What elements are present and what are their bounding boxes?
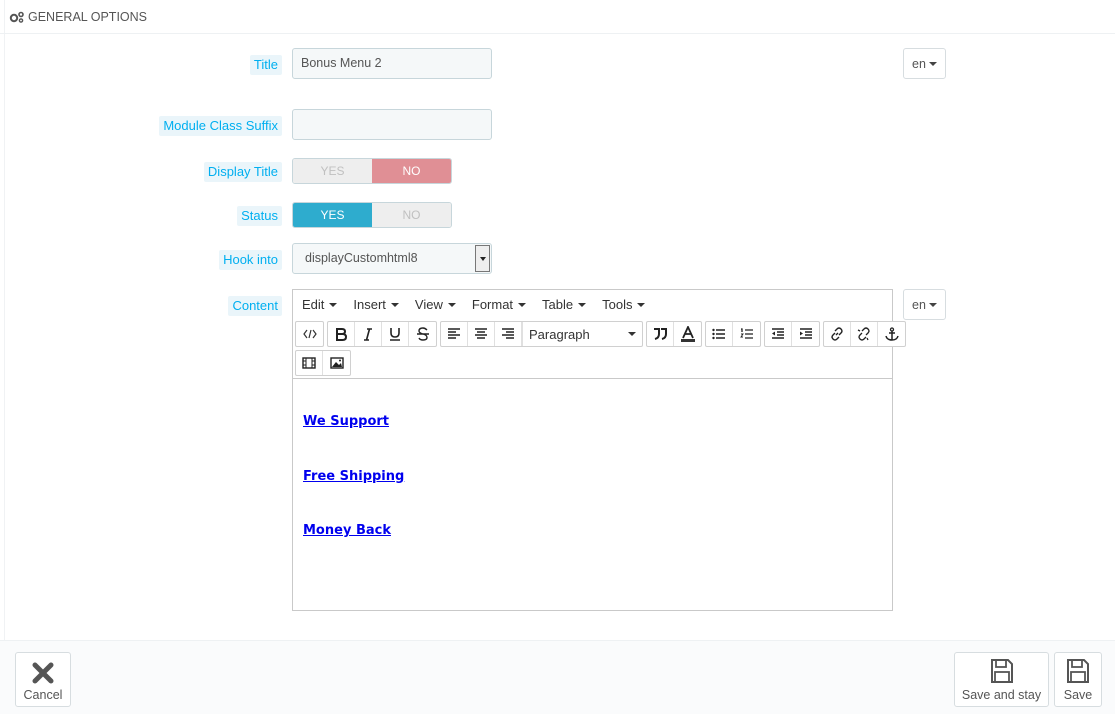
hook-label: Hook into [219, 250, 282, 270]
caret-down-icon [928, 302, 937, 307]
menu-table[interactable]: Table [537, 297, 591, 312]
panel-left-border [4, 0, 5, 640]
cogs-icon [9, 11, 24, 23]
numbered-list-icon[interactable] [733, 322, 760, 346]
caret-down-icon [447, 302, 456, 307]
bullet-list-icon[interactable] [706, 322, 733, 346]
content-link-we-support[interactable]: We Support [303, 414, 389, 429]
editor-menubar: Edit Insert View Format Table Tools [293, 290, 892, 319]
block-format-value: Paragraph [529, 326, 590, 342]
menu-tools[interactable]: Tools [597, 297, 650, 312]
caret-down-icon [637, 302, 646, 307]
menu-format[interactable]: Format [467, 297, 531, 312]
menu-label: Tools [602, 297, 633, 312]
outdent-icon[interactable] [765, 322, 792, 346]
hook-select-value: displayCustomhtml8 [305, 251, 418, 265]
toolbar-row-2 [295, 350, 354, 376]
menu-label: Insert [353, 297, 386, 312]
editor-toolbar: Paragraph [295, 321, 906, 379]
unlink-icon[interactable] [851, 322, 878, 346]
caret-down-icon [518, 302, 527, 307]
panel-heading: GENERAL OPTIONS [0, 0, 1115, 34]
underline-icon[interactable] [382, 322, 409, 346]
status-switch[interactable]: YES NO [292, 202, 452, 228]
menu-label: Edit [302, 297, 325, 312]
quote-color-group [646, 321, 702, 347]
save-label: Save [1063, 688, 1093, 702]
align-center-icon[interactable] [468, 322, 495, 346]
display-title-no-option[interactable]: NO [372, 159, 451, 183]
align-left-icon[interactable] [441, 322, 468, 346]
display-title-switch[interactable]: YES NO [292, 158, 452, 184]
caret-down-icon [628, 332, 636, 336]
select-arrow-icon[interactable] [475, 245, 490, 272]
menu-edit[interactable]: Edit [297, 297, 342, 312]
caret-down-icon [329, 302, 338, 307]
content-lang-value: en [912, 297, 926, 312]
panel-footer [0, 640, 1115, 714]
content-label: Content [228, 296, 282, 316]
toolbar-row-1: Paragraph [295, 321, 909, 347]
video-icon[interactable] [296, 351, 323, 375]
status-no-option[interactable]: NO [372, 203, 451, 227]
panel-title: GENERAL OPTIONS [28, 9, 148, 24]
indent-icon[interactable] [792, 322, 819, 346]
text-style-group [327, 321, 437, 347]
caret-down-icon [578, 302, 587, 307]
hook-select[interactable]: displayCustomhtml8 [292, 243, 492, 274]
status-label: Status [237, 206, 282, 226]
caret-down-icon [928, 61, 937, 66]
content-link-money-back[interactable]: Money Back [303, 523, 391, 538]
title-lang-value: en [912, 56, 926, 71]
menu-label: Table [542, 297, 574, 312]
cancel-button[interactable]: Cancel [15, 652, 71, 707]
caret-down-icon [390, 302, 399, 307]
anchor-icon[interactable] [878, 322, 905, 346]
save-and-stay-label: Save and stay [961, 688, 1042, 702]
save-icon [990, 659, 1013, 683]
title-lang-dropdown[interactable]: en [903, 48, 946, 79]
save-icon [1067, 659, 1089, 683]
bold-icon[interactable] [328, 322, 355, 346]
italic-icon[interactable] [355, 322, 382, 346]
align-right-icon[interactable] [495, 322, 522, 346]
menu-label: View [414, 297, 443, 312]
source-code-icon[interactable] [296, 322, 323, 346]
menu-view[interactable]: View [410, 297, 461, 312]
suffix-label: Module Class Suffix [159, 116, 282, 136]
status-yes-option[interactable]: YES [293, 203, 372, 227]
align-group: Paragraph [440, 321, 643, 347]
content-lang-dropdown[interactable]: en [903, 289, 946, 320]
media-group [295, 350, 351, 376]
suffix-input[interactable] [292, 109, 492, 140]
display-title-yes-option[interactable]: YES [293, 159, 372, 183]
link-icon[interactable] [824, 322, 851, 346]
save-and-stay-button[interactable]: Save and stay [954, 652, 1049, 707]
cancel-label: Cancel [23, 688, 63, 702]
editor-content-area[interactable]: We Support Free Shipping Money Back [293, 378, 892, 610]
indent-group [764, 321, 820, 347]
save-button[interactable]: Save [1054, 652, 1102, 707]
link-group [823, 321, 906, 347]
code-group [295, 321, 324, 347]
blockquote-icon[interactable] [647, 322, 674, 346]
image-icon[interactable] [323, 351, 350, 375]
menu-label: Format [471, 297, 514, 312]
menu-insert[interactable]: Insert [348, 297, 404, 312]
rich-text-editor: Edit Insert View Format Table Tools Para… [292, 289, 906, 611]
strikethrough-icon[interactable] [409, 322, 436, 346]
text-color-icon[interactable] [674, 322, 701, 346]
content-link-free-shipping[interactable]: Free Shipping [303, 469, 404, 484]
close-icon [32, 662, 54, 684]
list-group [705, 321, 761, 347]
block-format-select[interactable]: Paragraph [522, 322, 642, 346]
display-title-label: Display Title [203, 162, 282, 182]
title-input[interactable]: Bonus Menu 2 [292, 48, 492, 79]
title-label: Title [249, 55, 282, 75]
